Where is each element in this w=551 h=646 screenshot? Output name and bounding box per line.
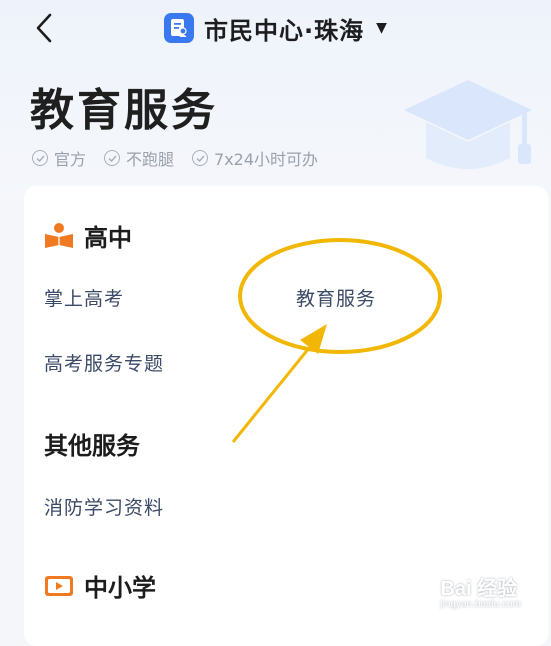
- watermark-main: Bai 经验: [440, 578, 518, 600]
- link-education-service[interactable]: 教育服务: [296, 284, 376, 311]
- section-title: 其他服务: [44, 432, 140, 460]
- check-circle-icon: [104, 150, 121, 166]
- link-gaokao-topic[interactable]: 高考服务专题: [44, 349, 164, 376]
- section-high-school: 高中: [44, 218, 132, 253]
- section-k12: 中小学: [44, 568, 156, 603]
- tag-official: 官方: [32, 146, 86, 170]
- tag-label: 7x24小时可办: [214, 150, 319, 169]
- caret-down-icon: ▼: [376, 20, 387, 36]
- tag-no-visit: 不跑腿: [104, 146, 174, 170]
- watermark-logo: Bai 经验 jingyan.baidu.com: [440, 572, 521, 610]
- check-circle-icon: [192, 150, 209, 166]
- tag-label: 官方: [54, 150, 87, 169]
- city-selector[interactable]: 市民中心·珠海 ▼: [0, 8, 551, 48]
- page-header-title: 市民中心·珠海: [204, 16, 365, 45]
- tag-label: 不跑腿: [126, 150, 175, 169]
- video-play-icon: [45, 575, 73, 596]
- section-other-services: 其他服务: [44, 426, 140, 461]
- watermark-sub: jingyan.baidu.com: [440, 599, 521, 610]
- graduation-cap-icon: [404, 80, 532, 169]
- tag-24-7: 7x24小时可办: [192, 146, 318, 170]
- service-tags: 官方 不跑腿 7x24小时可办: [32, 146, 318, 170]
- book-reader-icon: [45, 222, 73, 248]
- check-circle-icon: [32, 150, 48, 166]
- section-title: 高中: [84, 224, 132, 252]
- page-title: 教育服务: [30, 85, 218, 136]
- section-title: 中小学: [84, 574, 156, 602]
- link-fire-safety[interactable]: 消防学习资料: [44, 493, 164, 520]
- document-person-icon: [164, 13, 195, 43]
- link-gaokao[interactable]: 掌上高考: [44, 284, 124, 311]
